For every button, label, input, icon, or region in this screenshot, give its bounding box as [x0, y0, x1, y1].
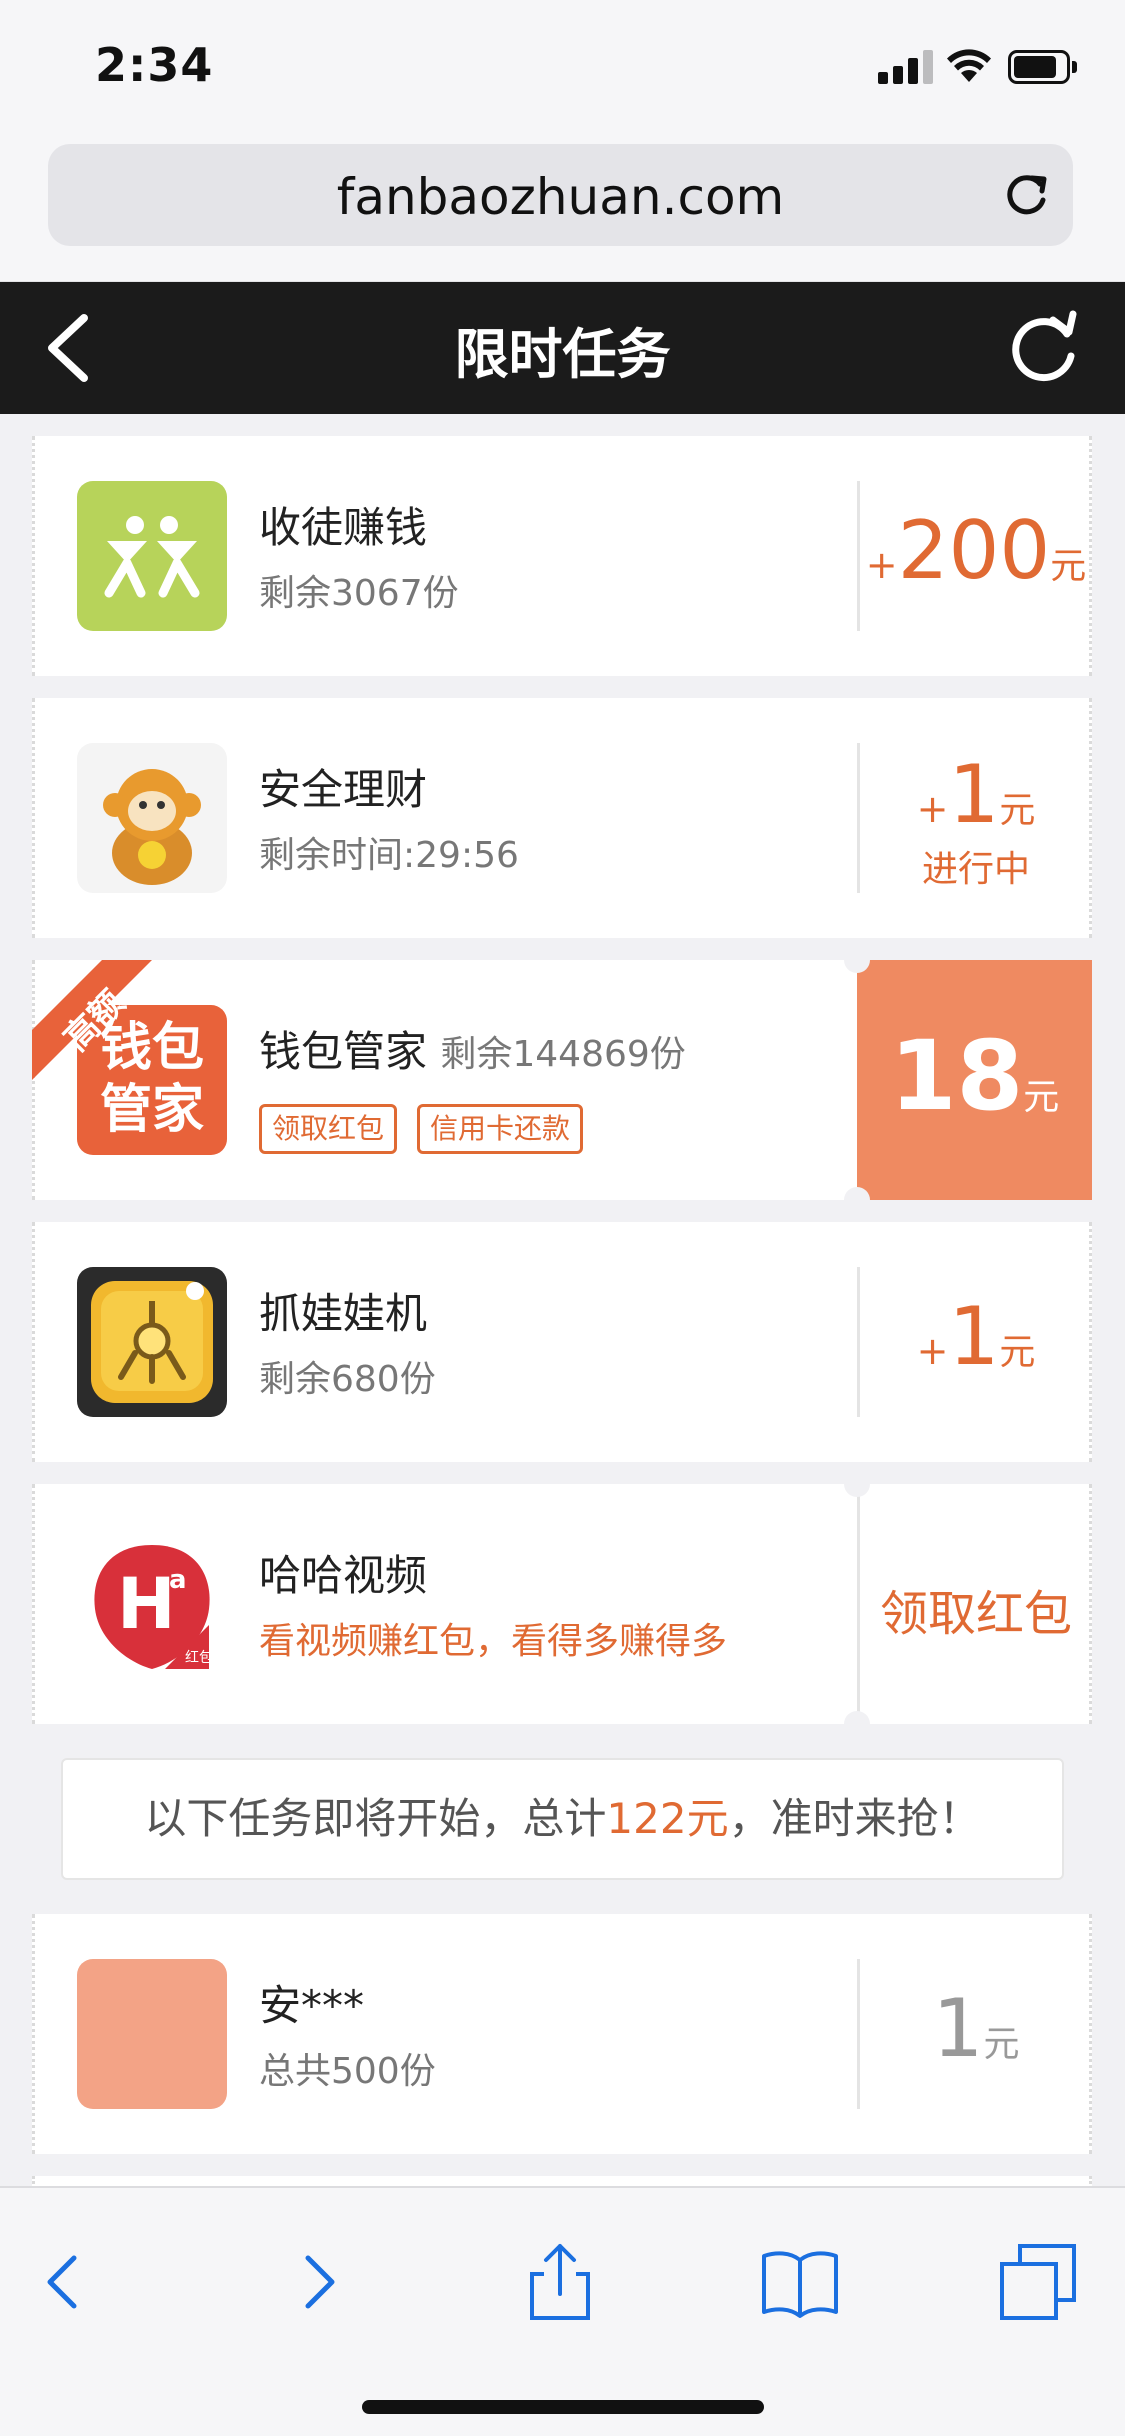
status-time: 2:34 [95, 38, 214, 92]
icon-label: 红包 [185, 1650, 213, 1666]
url-text: fanbaozhuan.com [336, 168, 785, 226]
task-description: 看视频赚红包，看得多赚得多 [259, 1621, 728, 1662]
cellular-signal-icon [878, 48, 934, 84]
battery-icon [1008, 50, 1078, 84]
page-title: 限时任务 [454, 323, 671, 386]
task-status: 进行中 [921, 849, 1030, 890]
task-card-upcoming[interactable]: 安*** 总共500份 1元 [32, 1914, 1092, 2154]
task-title: 抓娃娃机 [259, 1289, 428, 1338]
reload-icon[interactable] [1001, 170, 1051, 220]
notice-total: 122元 [606, 1794, 729, 1843]
bookmarks-icon[interactable] [760, 2242, 840, 2322]
placeholder-icon [77, 1959, 227, 2109]
tag-credit-card: 信用卡还款 [417, 1104, 584, 1154]
divider [857, 1484, 860, 1724]
monkey-icon [77, 743, 227, 893]
tabs-icon[interactable] [998, 2242, 1078, 2322]
browser-toolbar [0, 2186, 1125, 2436]
divider [857, 1267, 860, 1417]
browser-address-area: fanbaozhuan.com [0, 140, 1125, 282]
reward-amount: 1元 [932, 1982, 1020, 2075]
back-icon[interactable] [26, 2242, 106, 2322]
wifi-icon [947, 49, 991, 82]
haha-video-icon: H a 红包 [77, 1529, 227, 1679]
divider [857, 743, 860, 893]
task-card-video[interactable]: H a 红包 哈哈视频 看视频赚红包，看得多赚得多 领取红包 [32, 1471, 1092, 1737]
task-title: 安*** [259, 1981, 365, 2030]
reward-panel[interactable]: 18元 [857, 960, 1092, 1200]
task-total: 总共500份 [259, 2051, 436, 2092]
people-icon [77, 481, 227, 631]
share-icon[interactable] [520, 2242, 600, 2322]
icon-letter: H [117, 1563, 176, 1645]
task-remaining: 剩余144869份 [440, 1034, 686, 1075]
task-title: 收徒赚钱 [259, 503, 428, 552]
task-title: 安全理财 [259, 765, 428, 814]
task-remaining: 剩余3067份 [259, 573, 459, 614]
task-card-recruit[interactable]: 收徒赚钱 剩余3067份 +200元 [32, 436, 1092, 676]
icon-superscript: a [169, 1565, 187, 1595]
status-bar: 2:34 [0, 0, 1125, 140]
reward-amount: 18元 [889, 1020, 1060, 1132]
task-card-wallet[interactable]: 钱包 管家 高额 钱包管家 剩余144869份 领取红包 信用卡还款 18元 [32, 947, 1092, 1213]
divider [857, 1959, 860, 2109]
forward-icon[interactable] [276, 2242, 356, 2322]
task-title: 钱包管家 剩余144869份 [259, 1027, 686, 1076]
app-header: 限时任务 [0, 282, 1125, 414]
task-title: 哈哈视频 [259, 1551, 428, 1600]
task-remaining: 剩余680份 [259, 1359, 436, 1400]
claw-machine-icon [77, 1267, 227, 1417]
task-card-claw[interactable]: 抓娃娃机 剩余680份 +1元 [32, 1222, 1092, 1462]
task-remaining-time: 剩余时间:29:56 [259, 835, 519, 876]
home-indicator [362, 2400, 764, 2414]
reward-amount: +200元 [865, 504, 1087, 597]
reward-amount: +1元 [916, 748, 1036, 841]
task-card-finance[interactable]: 安全理财 剩余时间:29:56 +1元 进行中 [32, 698, 1092, 938]
upcoming-notice: 以下任务即将开始，总计122元，准时来抢！ [61, 1758, 1064, 1880]
address-bar[interactable]: fanbaozhuan.com [48, 144, 1073, 246]
claim-red-packet-button[interactable]: 领取红包 [861, 1574, 1091, 1644]
refresh-icon[interactable] [1005, 310, 1081, 386]
reward-amount: +1元 [916, 1290, 1036, 1383]
tag-red-packet: 领取红包 [259, 1104, 398, 1154]
divider [857, 481, 860, 631]
